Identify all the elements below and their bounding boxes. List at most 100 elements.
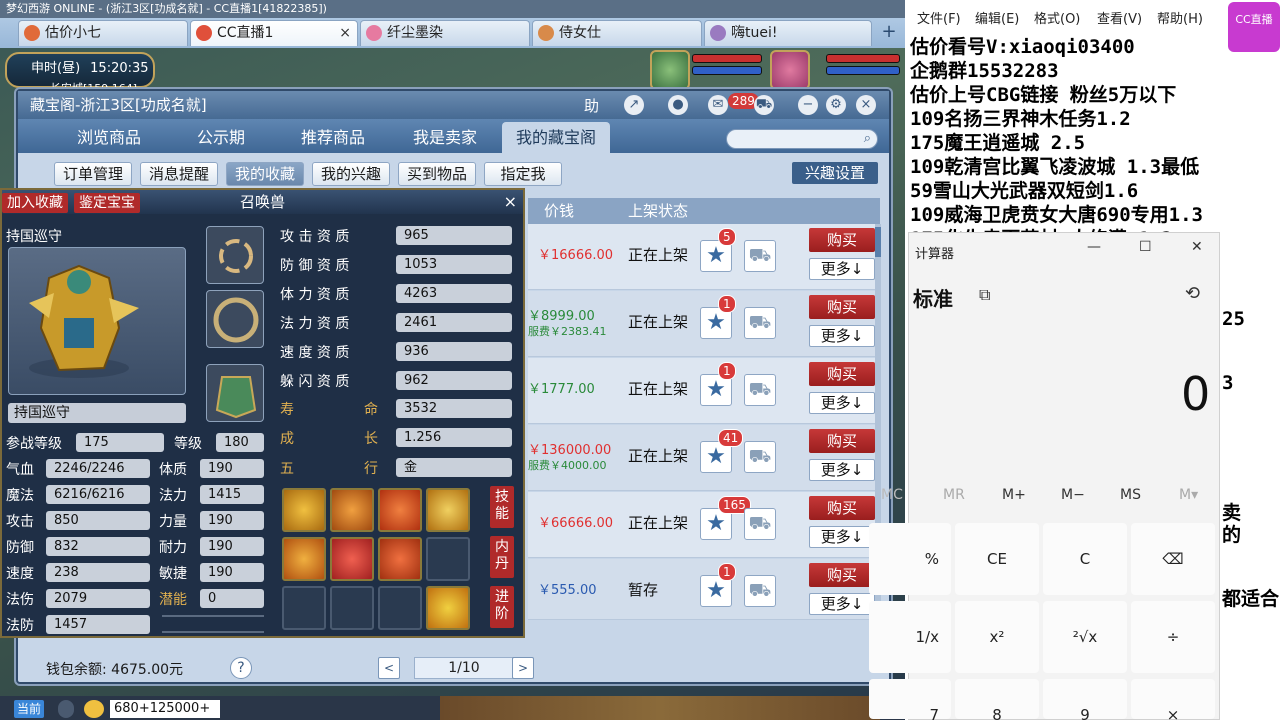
skill-icon[interactable]: [330, 537, 374, 581]
tab-侍女仕[interactable]: 侍女仕: [532, 20, 702, 46]
multiply-key[interactable]: ×: [1131, 679, 1215, 720]
divide-key[interactable]: ÷: [1131, 601, 1215, 673]
menu-view[interactable]: 查看(V): [1097, 8, 1142, 27]
calculator-mode[interactable]: 标准: [913, 283, 953, 312]
stop-icon[interactable]: ●: [668, 95, 688, 115]
settings-gear-icon[interactable]: ⚙: [826, 95, 846, 115]
skills-tab-button[interactable]: 技能: [490, 486, 514, 528]
tab-my-treasure-house[interactable]: 我的藏宝阁: [502, 122, 610, 153]
player-portrait-avatar[interactable]: [770, 50, 810, 90]
subtab-interests[interactable]: 我的兴趣: [312, 162, 390, 186]
advance-tab-button[interactable]: 进阶: [490, 586, 514, 628]
table-row[interactable]: ￥16666.00 正在上架 ★ 5 ⛟ 购买 更多↓: [528, 224, 878, 290]
more-button[interactable]: 更多↓: [809, 459, 875, 481]
backspace-key[interactable]: ⌫: [1131, 523, 1215, 595]
buy-button[interactable]: 购买: [809, 563, 875, 587]
buy-button[interactable]: 购买: [809, 496, 875, 520]
keep-on-top-icon[interactable]: ⧉: [979, 285, 990, 305]
more-button[interactable]: 更多↓: [809, 593, 875, 615]
menu-file[interactable]: 文件(F): [917, 8, 961, 27]
tab-public-period[interactable]: 公示期: [166, 122, 276, 153]
chat-input[interactable]: 680+125000+: [110, 700, 220, 718]
menu-help[interactable]: 帮助(H): [1157, 8, 1203, 27]
tab-recommended[interactable]: 推荐商品: [278, 122, 388, 153]
close-tab-icon[interactable]: ×: [339, 21, 351, 45]
percent-key[interactable]: %: [869, 523, 951, 595]
add-to-cart-icon[interactable]: ⛟: [744, 508, 776, 540]
reciprocal-key[interactable]: 1/x: [869, 601, 951, 673]
more-button[interactable]: 更多↓: [809, 392, 875, 414]
pet-portrait-avatar[interactable]: [650, 50, 690, 90]
subtab-favorites[interactable]: 我的收藏: [226, 162, 304, 186]
skill-icon[interactable]: [426, 488, 470, 532]
help-button[interactable]: 助: [584, 95, 599, 116]
memory-list-button[interactable]: M▾: [1179, 487, 1198, 503]
close-icon[interactable]: ✕: [1191, 239, 1203, 255]
memory-subtract-button[interactable]: M−: [1061, 487, 1085, 503]
list-scroll-thumb[interactable]: [875, 227, 881, 257]
eight-key[interactable]: 8: [955, 679, 1039, 720]
more-button[interactable]: 更多↓: [809, 526, 875, 548]
equip-slot-collar[interactable]: [206, 364, 264, 422]
skill-icon[interactable]: [378, 488, 422, 532]
minimize-icon[interactable]: —: [1087, 239, 1101, 255]
search-input[interactable]: ⌕: [726, 129, 878, 149]
table-row[interactable]: ￥66666.00 正在上架 ★ 165 ⛟ 购买 更多↓: [528, 492, 878, 558]
add-to-cart-icon[interactable]: ⛟: [744, 307, 776, 339]
help-icon[interactable]: ?: [230, 657, 252, 679]
subtab-designated[interactable]: 指定我: [484, 162, 562, 186]
message-icon[interactable]: ✉: [708, 95, 728, 115]
new-tab-button[interactable]: +: [878, 22, 900, 44]
identify-pet-button[interactable]: 鉴定宝宝: [74, 193, 140, 213]
minimize-icon[interactable]: −: [798, 95, 818, 115]
subtab-purchased[interactable]: 买到物品: [398, 162, 476, 186]
tab-browse-goods[interactable]: 浏览商品: [54, 122, 164, 153]
cart-icon[interactable]: ⛟: [754, 95, 774, 115]
subtab-messages[interactable]: 消息提醒: [140, 162, 218, 186]
tab-估价小七[interactable]: 估价小七: [18, 20, 188, 46]
subtab-orders[interactable]: 订单管理: [54, 162, 132, 186]
table-row[interactable]: ￥555.00 暂存 ★ 1 ⛟ 购买 更多↓: [528, 559, 878, 620]
chat-channel-button[interactable]: 当前: [14, 700, 45, 718]
table-row[interactable]: ￥8999.00 服费￥2383.41 正在上架 ★ 1 ⛟ 购买 更多↓: [528, 291, 878, 357]
table-row[interactable]: ￥136000.00 服费￥4000.00 正在上架 ★ 41 ⛟ 购买 更多↓: [528, 425, 878, 491]
skill-icon[interactable]: [378, 537, 422, 581]
menu-edit[interactable]: 编辑(E): [975, 8, 1019, 27]
memory-store-button[interactable]: MS: [1120, 487, 1141, 503]
more-button[interactable]: 更多↓: [809, 325, 875, 347]
maximize-icon[interactable]: ☐: [1139, 239, 1152, 255]
buy-button[interactable]: 购买: [809, 429, 875, 453]
lightning-skill-icon[interactable]: [426, 586, 470, 630]
skill-icon[interactable]: [282, 537, 326, 581]
square-key[interactable]: x²: [955, 601, 1039, 673]
history-icon[interactable]: ⟲: [1185, 283, 1200, 304]
more-button[interactable]: 更多↓: [809, 258, 875, 280]
skill-icon[interactable]: [330, 488, 374, 532]
emoji-icon[interactable]: [84, 700, 104, 718]
microphone-icon[interactable]: [58, 700, 74, 718]
next-page-button[interactable]: >: [512, 657, 534, 679]
interest-settings-button[interactable]: 兴趣设置: [792, 162, 878, 184]
tab-纤尘墨染[interactable]: 纤尘墨染: [360, 20, 530, 46]
seven-key[interactable]: 7: [869, 679, 951, 720]
clear-key[interactable]: C: [1043, 523, 1127, 595]
close-icon[interactable]: ×: [504, 192, 517, 211]
skill-icon[interactable]: [282, 488, 326, 532]
add-to-cart-icon[interactable]: ⛟: [744, 374, 776, 406]
game-toolbar-icons[interactable]: [440, 696, 880, 720]
add-to-cart-icon[interactable]: ⛟: [744, 240, 776, 272]
nine-key[interactable]: 9: [1043, 679, 1127, 720]
add-to-cart-icon[interactable]: ⛟: [744, 441, 776, 473]
tab-嗨tuei[interactable]: 嗨tuei!: [704, 20, 872, 46]
buy-button[interactable]: 购买: [809, 362, 875, 386]
buy-button[interactable]: 购买: [809, 228, 875, 252]
memory-clear-button[interactable]: MC: [881, 487, 903, 503]
share-icon[interactable]: ↗: [624, 95, 644, 115]
equip-slot-ring[interactable]: [206, 290, 264, 348]
buy-button[interactable]: 购买: [809, 295, 875, 319]
tab-i-am-seller[interactable]: 我是卖家: [390, 122, 500, 153]
tab-cc直播1[interactable]: CC直播1 ×: [190, 20, 358, 46]
close-icon[interactable]: ×: [856, 95, 876, 115]
square-root-key[interactable]: ²√x: [1043, 601, 1127, 673]
add-favorite-button[interactable]: 加入收藏: [2, 193, 68, 213]
